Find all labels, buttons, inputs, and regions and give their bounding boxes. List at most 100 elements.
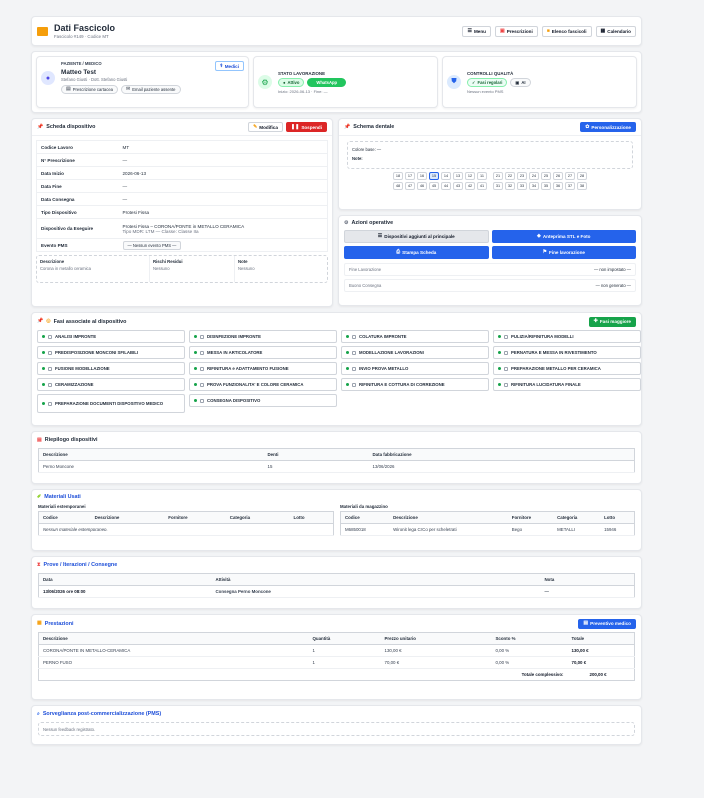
- tooth-34[interactable]: 34: [529, 182, 539, 190]
- table-row[interactable]: 13/06/2026 ore 08:00 Consegna Perno Monco…: [38, 585, 635, 598]
- checkbox[interactable]: [504, 366, 508, 371]
- tooth-45[interactable]: 45: [429, 182, 439, 190]
- user-icon: ●: [41, 71, 55, 85]
- phase-item[interactable]: CERAMIZZAZIONE: [37, 378, 185, 391]
- phase-item[interactable]: PULIZIA/RIFINITURA MODELLI: [493, 330, 641, 343]
- checkbox[interactable]: [352, 350, 356, 355]
- tooth-21[interactable]: 21: [493, 172, 503, 180]
- phase-item[interactable]: COLATURA IMPRONTE: [341, 330, 489, 343]
- checkbox[interactable]: [200, 382, 204, 387]
- tooth-13[interactable]: 13: [453, 172, 463, 180]
- phase-item[interactable]: ANALISI IMPRONTE: [37, 330, 185, 343]
- status-dot-icon: [498, 335, 501, 338]
- customize-button[interactable]: ✿ Personalizzazione: [580, 122, 636, 132]
- tooth-12[interactable]: 12: [465, 172, 475, 180]
- pencil-icon: ✎: [253, 123, 258, 130]
- checkbox[interactable]: [504, 382, 508, 387]
- tooth-24[interactable]: 24: [529, 172, 539, 180]
- tooth-17[interactable]: 17: [405, 172, 415, 180]
- edit-button[interactable]: ✎ Modifica: [248, 122, 283, 132]
- checkbox[interactable]: [200, 334, 204, 339]
- phase-item[interactable]: PERNATURA E MESSA IN RIVESTIMENTO: [493, 346, 641, 359]
- tooth-16[interactable]: 16: [417, 172, 427, 180]
- phase-item[interactable]: DISINFEZIONE IMPRONTE: [189, 330, 337, 343]
- tooth-42[interactable]: 42: [465, 182, 475, 190]
- prescrizioni-button[interactable]: ▣ Prescrizioni: [494, 25, 538, 37]
- status-dot-icon: [42, 367, 45, 370]
- phase-item[interactable]: RIFINITURA E COTTURA DI CORREZIONE: [341, 378, 489, 391]
- tooth-18[interactable]: 18: [393, 172, 403, 180]
- medici-button[interactable]: ⚕ Medici: [214, 61, 244, 71]
- stl-preview-button[interactable]: ◈ Anteprima STL e Foto: [491, 230, 636, 243]
- tooth-46[interactable]: 46: [417, 182, 427, 190]
- tooth-41[interactable]: 41: [477, 182, 487, 190]
- tooth-25[interactable]: 25: [541, 172, 551, 180]
- quote-button[interactable]: ▤ Preventivo medico: [578, 618, 636, 629]
- checkbox[interactable]: [352, 382, 356, 387]
- add-phase-button[interactable]: ✚ Fasi maggiore: [588, 316, 636, 327]
- phase-item[interactable]: PREDISPOSIZIONE MONCONI SFILABILI: [37, 346, 185, 359]
- tooth-35[interactable]: 35: [541, 182, 551, 190]
- ext-title: Materiali estemporanei: [38, 504, 86, 509]
- checkbox[interactable]: [48, 401, 52, 406]
- tooth-44[interactable]: 44: [441, 182, 451, 190]
- phase-item[interactable]: RIFINITURA e ADATTAMENTO FUSIONE: [189, 362, 337, 375]
- tooth-37[interactable]: 37: [565, 182, 575, 190]
- checkbox[interactable]: [48, 382, 52, 387]
- suspend-button[interactable]: ❚❚ Sospendi: [285, 122, 327, 132]
- tooth-11[interactable]: 11: [477, 172, 487, 180]
- tooth-27[interactable]: 27: [565, 172, 575, 180]
- tooth-43[interactable]: 43: [453, 182, 463, 190]
- phase-item[interactable]: PREPARAZIONE DOCUMENTI DISPOSITIVO MEDIC…: [37, 394, 185, 413]
- whatsapp-badge[interactable]: WhatsApp: [307, 77, 347, 87]
- ai-chip[interactable]: ▣ AI: [510, 77, 531, 87]
- tooth-14[interactable]: 14: [441, 172, 451, 180]
- tooth-47[interactable]: 47: [405, 182, 415, 190]
- end-work-button[interactable]: ⚑ Fine lavorazione: [491, 246, 636, 259]
- checkbox[interactable]: [200, 350, 204, 355]
- tooth-32[interactable]: 32: [505, 182, 515, 190]
- table-row[interactable]: PERNO FUSO 1 70,00 €0,00 % 70,00 €: [38, 656, 635, 669]
- menu-button[interactable]: ☰ Menu: [462, 25, 491, 37]
- tooth-15[interactable]: 15: [429, 172, 439, 180]
- tooth-26[interactable]: 26: [553, 172, 563, 180]
- checkbox[interactable]: [504, 350, 508, 355]
- status-dot-icon: [194, 367, 197, 370]
- phase-item[interactable]: PROVA FUNZIONALITA' E COLORE CERAMICA: [189, 378, 337, 391]
- checkbox[interactable]: [200, 366, 204, 371]
- pms-select[interactable]: — Nessun evento PMS —: [122, 240, 182, 250]
- table-row[interactable]: CORONA/PONTE IN METALLO-CERAMICA 1 130,00 …: [38, 644, 635, 657]
- tooth-33[interactable]: 33: [517, 182, 527, 190]
- checkbox[interactable]: [352, 366, 356, 371]
- checkbox[interactable]: [352, 334, 356, 339]
- status-dot-icon: [498, 383, 501, 386]
- checkbox[interactable]: [48, 334, 52, 339]
- phase-item[interactable]: MODELLAZIONE LAVORAZIONI: [341, 346, 489, 359]
- pms-label: Evento PMS: [36, 238, 119, 252]
- checkbox[interactable]: [48, 350, 52, 355]
- phase-item[interactable]: RIFINITURA LUCIDATURA FINALE: [493, 378, 641, 391]
- checkbox[interactable]: [200, 398, 204, 403]
- elenco-fascicoli-button[interactable]: ■ Elenco fascicoli: [541, 25, 592, 37]
- phase-item[interactable]: FUSIONE MODELLAZIONE: [37, 362, 185, 375]
- tooth-28[interactable]: 28: [577, 172, 587, 180]
- tooth-48[interactable]: 48: [393, 182, 403, 190]
- checkbox[interactable]: [504, 334, 508, 339]
- tooth-22[interactable]: 22: [505, 172, 515, 180]
- phase-item[interactable]: INVIO PROVA METALLO: [341, 362, 489, 375]
- table-row[interactable]: M6850018 Wironit lega CrCo per scheletrat…: [340, 523, 635, 536]
- tooth-38[interactable]: 38: [577, 182, 587, 190]
- phase-item[interactable]: CONSEGNA DISPOSITIVO: [189, 394, 337, 407]
- tooth-36[interactable]: 36: [553, 182, 563, 190]
- calendario-button[interactable]: ▦ Calendario: [595, 25, 636, 37]
- print-button[interactable]: ⎙ Stampa Scheda: [344, 246, 489, 259]
- status-dot-icon: [194, 351, 197, 354]
- devices-added-button[interactable]: ☰ Dispositivi aggiunti al principale: [344, 230, 489, 243]
- tooth-31[interactable]: 31: [493, 182, 503, 190]
- phase-item[interactable]: PREPARAZIONE METALLO PER CERAMICA: [493, 362, 641, 375]
- device-title: Scheda dispositivo: [46, 124, 96, 130]
- checkbox[interactable]: [48, 366, 52, 371]
- tooth-23[interactable]: 23: [517, 172, 527, 180]
- table-row[interactable]: Perno Moncone 15 13/06/2026: [38, 460, 635, 473]
- phase-item[interactable]: MESSA IN ARTICOLATORE: [189, 346, 337, 359]
